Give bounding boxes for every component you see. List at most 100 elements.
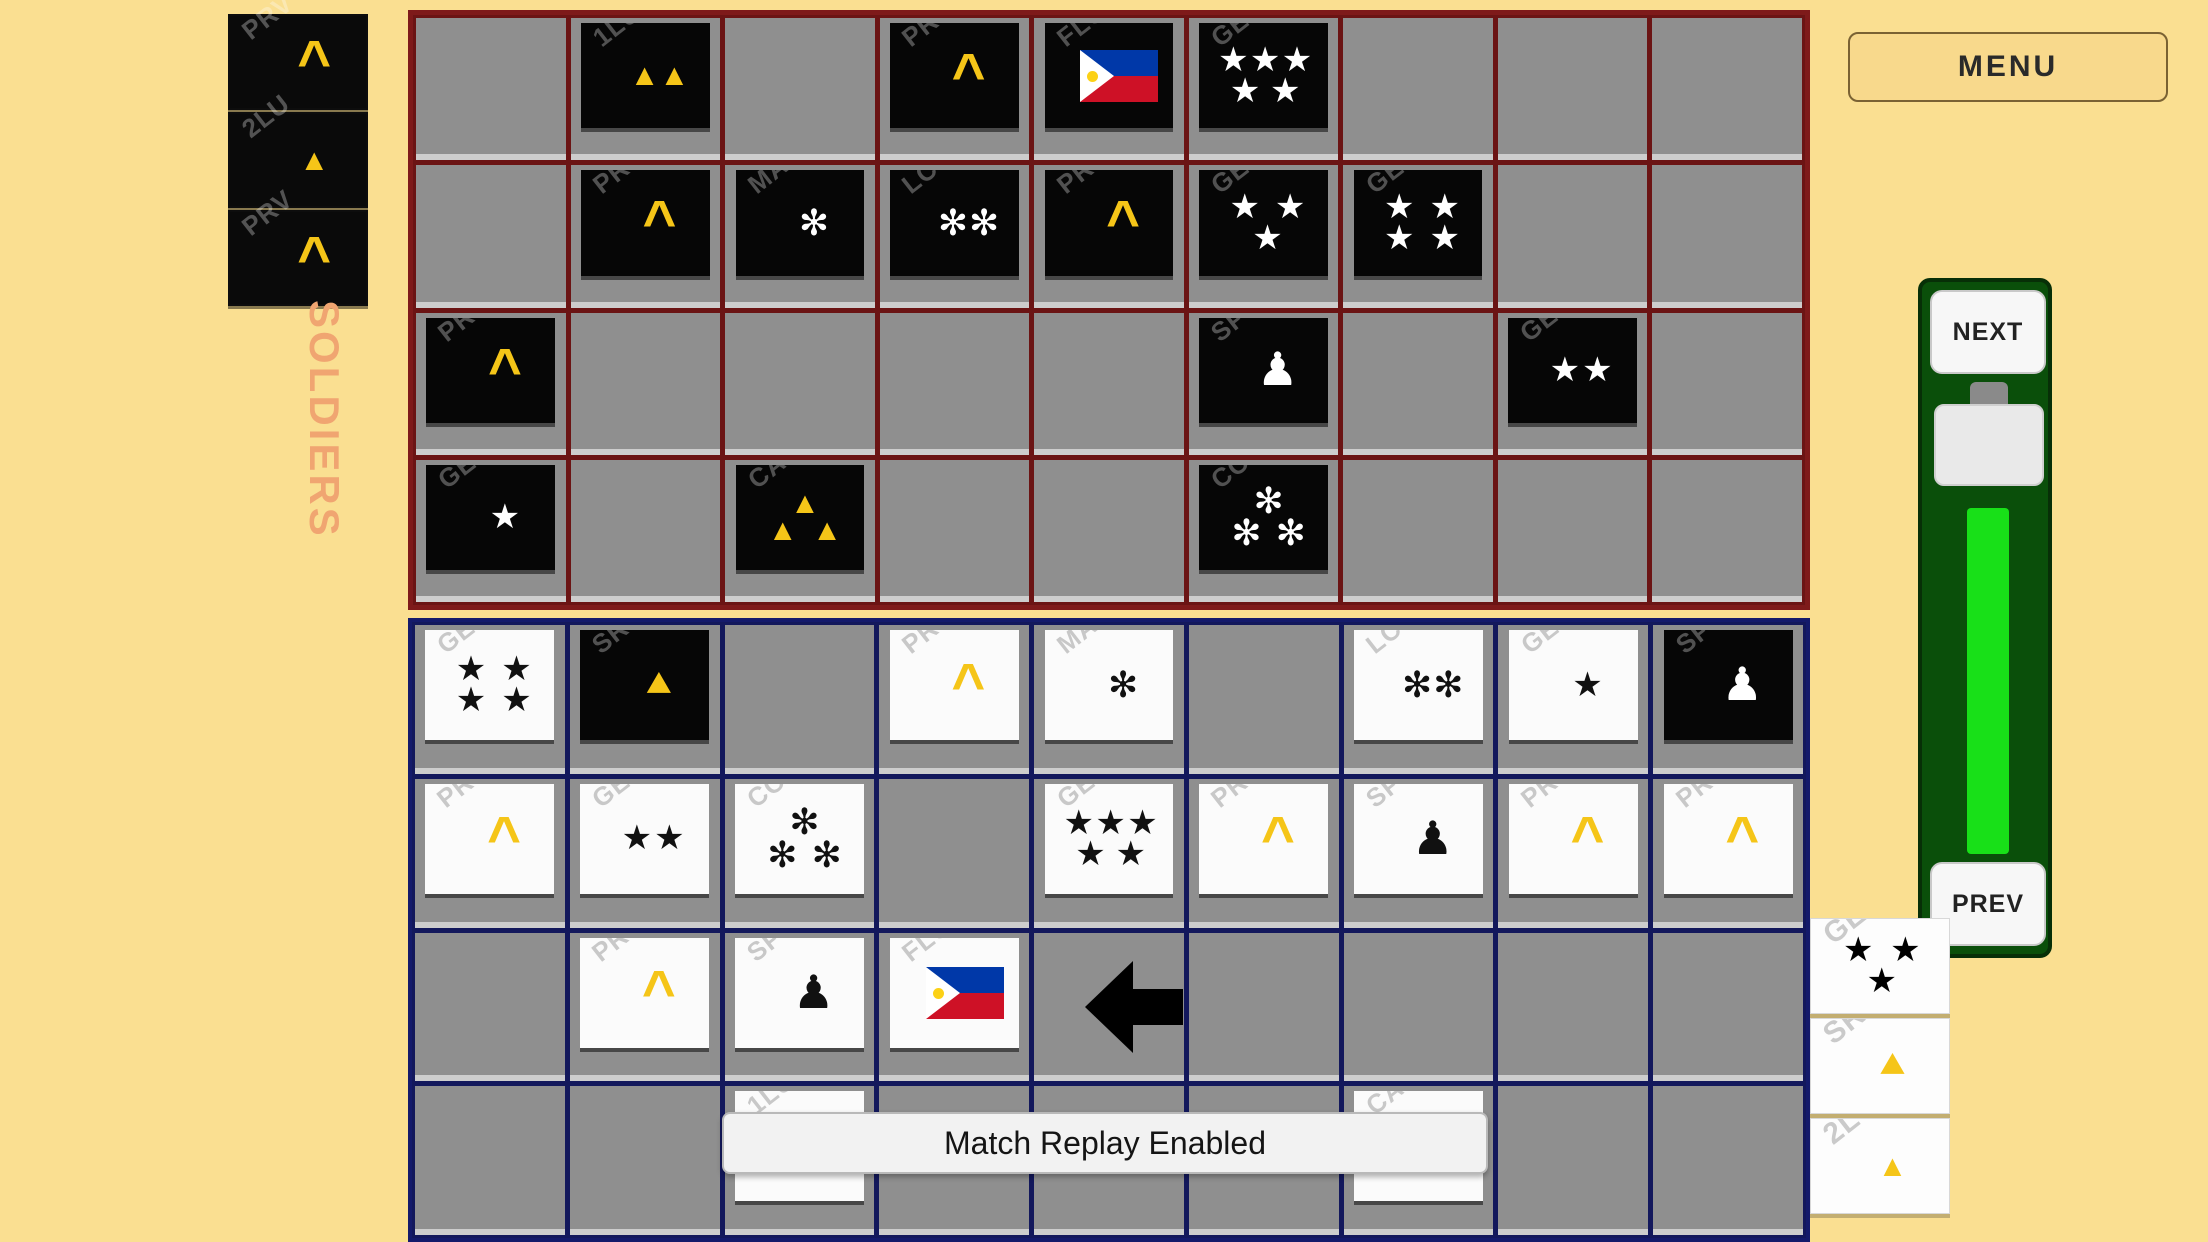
next-button[interactable]: NEXT: [1930, 290, 2046, 374]
piece[interactable]: PRV ^: [1044, 170, 1174, 276]
board-cell[interactable]: [1653, 932, 1803, 1082]
board-cell[interactable]: [1652, 165, 1802, 308]
piece[interactable]: PRV ^: [1508, 783, 1638, 894]
board-cell[interactable]: PRV ^: [569, 932, 720, 1082]
piece[interactable]: SPY ♟: [1663, 630, 1793, 741]
board-cell[interactable]: SPY ♟: [1343, 778, 1494, 928]
board-cell[interactable]: [1034, 932, 1184, 1082]
piece[interactable]: PRV ^: [1663, 783, 1793, 894]
piece[interactable]: GEN★★★: [1199, 170, 1328, 276]
piece[interactable]: GEN★★★★★: [1199, 23, 1328, 129]
board-cell[interactable]: [1188, 625, 1339, 774]
piece[interactable]: MAJ✻: [1044, 630, 1174, 741]
piece[interactable]: CAP▲▲▲: [735, 464, 865, 570]
board-cell[interactable]: PRV ^: [570, 165, 721, 308]
enemy-grid[interactable]: 1LU▲▲PRV^FLGGEN★★★★★PRV^MAJ✻LCO✻✻PRV^GEN…: [408, 10, 1810, 610]
board-cell[interactable]: MAJ✻: [725, 165, 875, 308]
board-cell[interactable]: SPY ♟: [1188, 312, 1339, 455]
board-cell[interactable]: [570, 459, 721, 602]
piece[interactable]: GEN★: [426, 464, 556, 570]
board-cell[interactable]: [725, 18, 875, 161]
board-cell[interactable]: PRV ^: [416, 312, 566, 455]
piece[interactable]: PRV ^: [580, 937, 710, 1048]
piece[interactable]: 1LU ▲▲: [581, 23, 710, 129]
board-cell[interactable]: GEN★★★★★: [1188, 18, 1339, 161]
board-cell[interactable]: MAJ✻: [1034, 625, 1184, 774]
board-cell[interactable]: COL✻✻✻: [724, 778, 875, 928]
board-cell[interactable]: CAP▲▲▲: [725, 459, 875, 602]
board-cell[interactable]: [1343, 932, 1494, 1082]
board-cell[interactable]: FLG: [879, 932, 1030, 1082]
board-cell[interactable]: [1652, 459, 1802, 602]
piece[interactable]: GEN★★★★★: [1044, 783, 1174, 894]
piece[interactable]: MAJ✻: [735, 170, 865, 276]
board-cell[interactable]: [570, 312, 721, 455]
board-cell[interactable]: GEN★★★★: [415, 625, 565, 774]
piece[interactable]: PRV ^: [426, 317, 556, 423]
board-cell[interactable]: PRV ^: [415, 778, 565, 928]
board-cell[interactable]: [1343, 18, 1493, 161]
slider-thumb[interactable]: [1934, 404, 2044, 486]
board-cell[interactable]: [1498, 1086, 1649, 1235]
board-cell[interactable]: PRV ^: [879, 18, 1030, 161]
piece[interactable]: PRV ^: [581, 170, 710, 276]
piece[interactable]: LCO✻✻: [1354, 630, 1483, 741]
board-cell[interactable]: [1343, 312, 1493, 455]
board-cell[interactable]: [1188, 932, 1339, 1082]
menu-button[interactable]: MENU: [1848, 32, 2168, 102]
board-cell[interactable]: GEN★★: [569, 778, 720, 928]
board-cell[interactable]: [1497, 459, 1648, 602]
board-cell[interactable]: [879, 312, 1030, 455]
board-cell[interactable]: [725, 312, 875, 455]
piece[interactable]: COL✻✻✻: [1199, 464, 1328, 570]
piece[interactable]: COL✻✻✻: [735, 783, 864, 894]
board-cell[interactable]: [1034, 459, 1184, 602]
board-cell[interactable]: [1497, 165, 1648, 308]
board-cell[interactable]: GEN★: [1498, 625, 1649, 774]
board-cell[interactable]: [569, 1086, 720, 1235]
piece[interactable]: PRV ^: [890, 23, 1019, 129]
piece[interactable]: GEN★★★★: [425, 630, 555, 741]
board-cell[interactable]: FLG: [1034, 18, 1184, 161]
board-cell[interactable]: [1652, 312, 1802, 455]
board-cell[interactable]: COL✻✻✻: [1188, 459, 1339, 602]
board-cell[interactable]: SPY ♟: [724, 932, 875, 1082]
piece[interactable]: LCO✻✻: [890, 170, 1019, 276]
piece[interactable]: FLG: [889, 937, 1019, 1048]
replay-slider-panel[interactable]: NEXT PREV: [1918, 278, 2052, 958]
board-cell[interactable]: [1034, 312, 1184, 455]
piece[interactable]: PRV ^: [889, 630, 1019, 741]
board-cell[interactable]: 1LU ▲▲: [570, 18, 721, 161]
board-cell[interactable]: GEN★★★★★: [1034, 778, 1184, 928]
piece[interactable]: PRV ^: [1199, 783, 1329, 894]
board-cell[interactable]: [415, 1086, 565, 1235]
board-cell[interactable]: [879, 778, 1030, 928]
piece[interactable]: GEN★★: [1508, 317, 1637, 423]
board-cell[interactable]: [415, 932, 565, 1082]
board-cell[interactable]: [1653, 1086, 1803, 1235]
board-cell[interactable]: [724, 625, 875, 774]
board-cell[interactable]: [416, 18, 566, 161]
piece[interactable]: GEN★: [1508, 630, 1638, 741]
board-cell[interactable]: [1498, 932, 1649, 1082]
board-cell[interactable]: [416, 165, 566, 308]
board-cell[interactable]: LCO✻✻: [1343, 625, 1494, 774]
board-cell[interactable]: PRV ^: [1498, 778, 1649, 928]
piece[interactable]: GEN★★: [580, 783, 710, 894]
board-cell[interactable]: PRV ^: [879, 625, 1030, 774]
board-cell[interactable]: SPY ♟: [1653, 625, 1803, 774]
piece[interactable]: FLG: [1044, 23, 1174, 129]
board-cell[interactable]: GEN★★★★: [1343, 165, 1493, 308]
board-cell[interactable]: PRV ^: [1653, 778, 1803, 928]
piece[interactable]: PRV ^: [425, 783, 555, 894]
board-cell[interactable]: GEN★★: [1497, 312, 1648, 455]
piece[interactable]: SPY ♟: [735, 937, 864, 1048]
board-cell[interactable]: [879, 459, 1030, 602]
piece[interactable]: SRG⯅: [580, 630, 710, 741]
board-cell[interactable]: GEN★★★: [1188, 165, 1339, 308]
board-cell[interactable]: [1652, 18, 1802, 161]
board-cell[interactable]: LCO✻✻: [879, 165, 1030, 308]
board-cell[interactable]: GEN★: [416, 459, 566, 602]
piece[interactable]: SPY ♟: [1199, 317, 1328, 423]
board-cell[interactable]: PRV ^: [1034, 165, 1184, 308]
